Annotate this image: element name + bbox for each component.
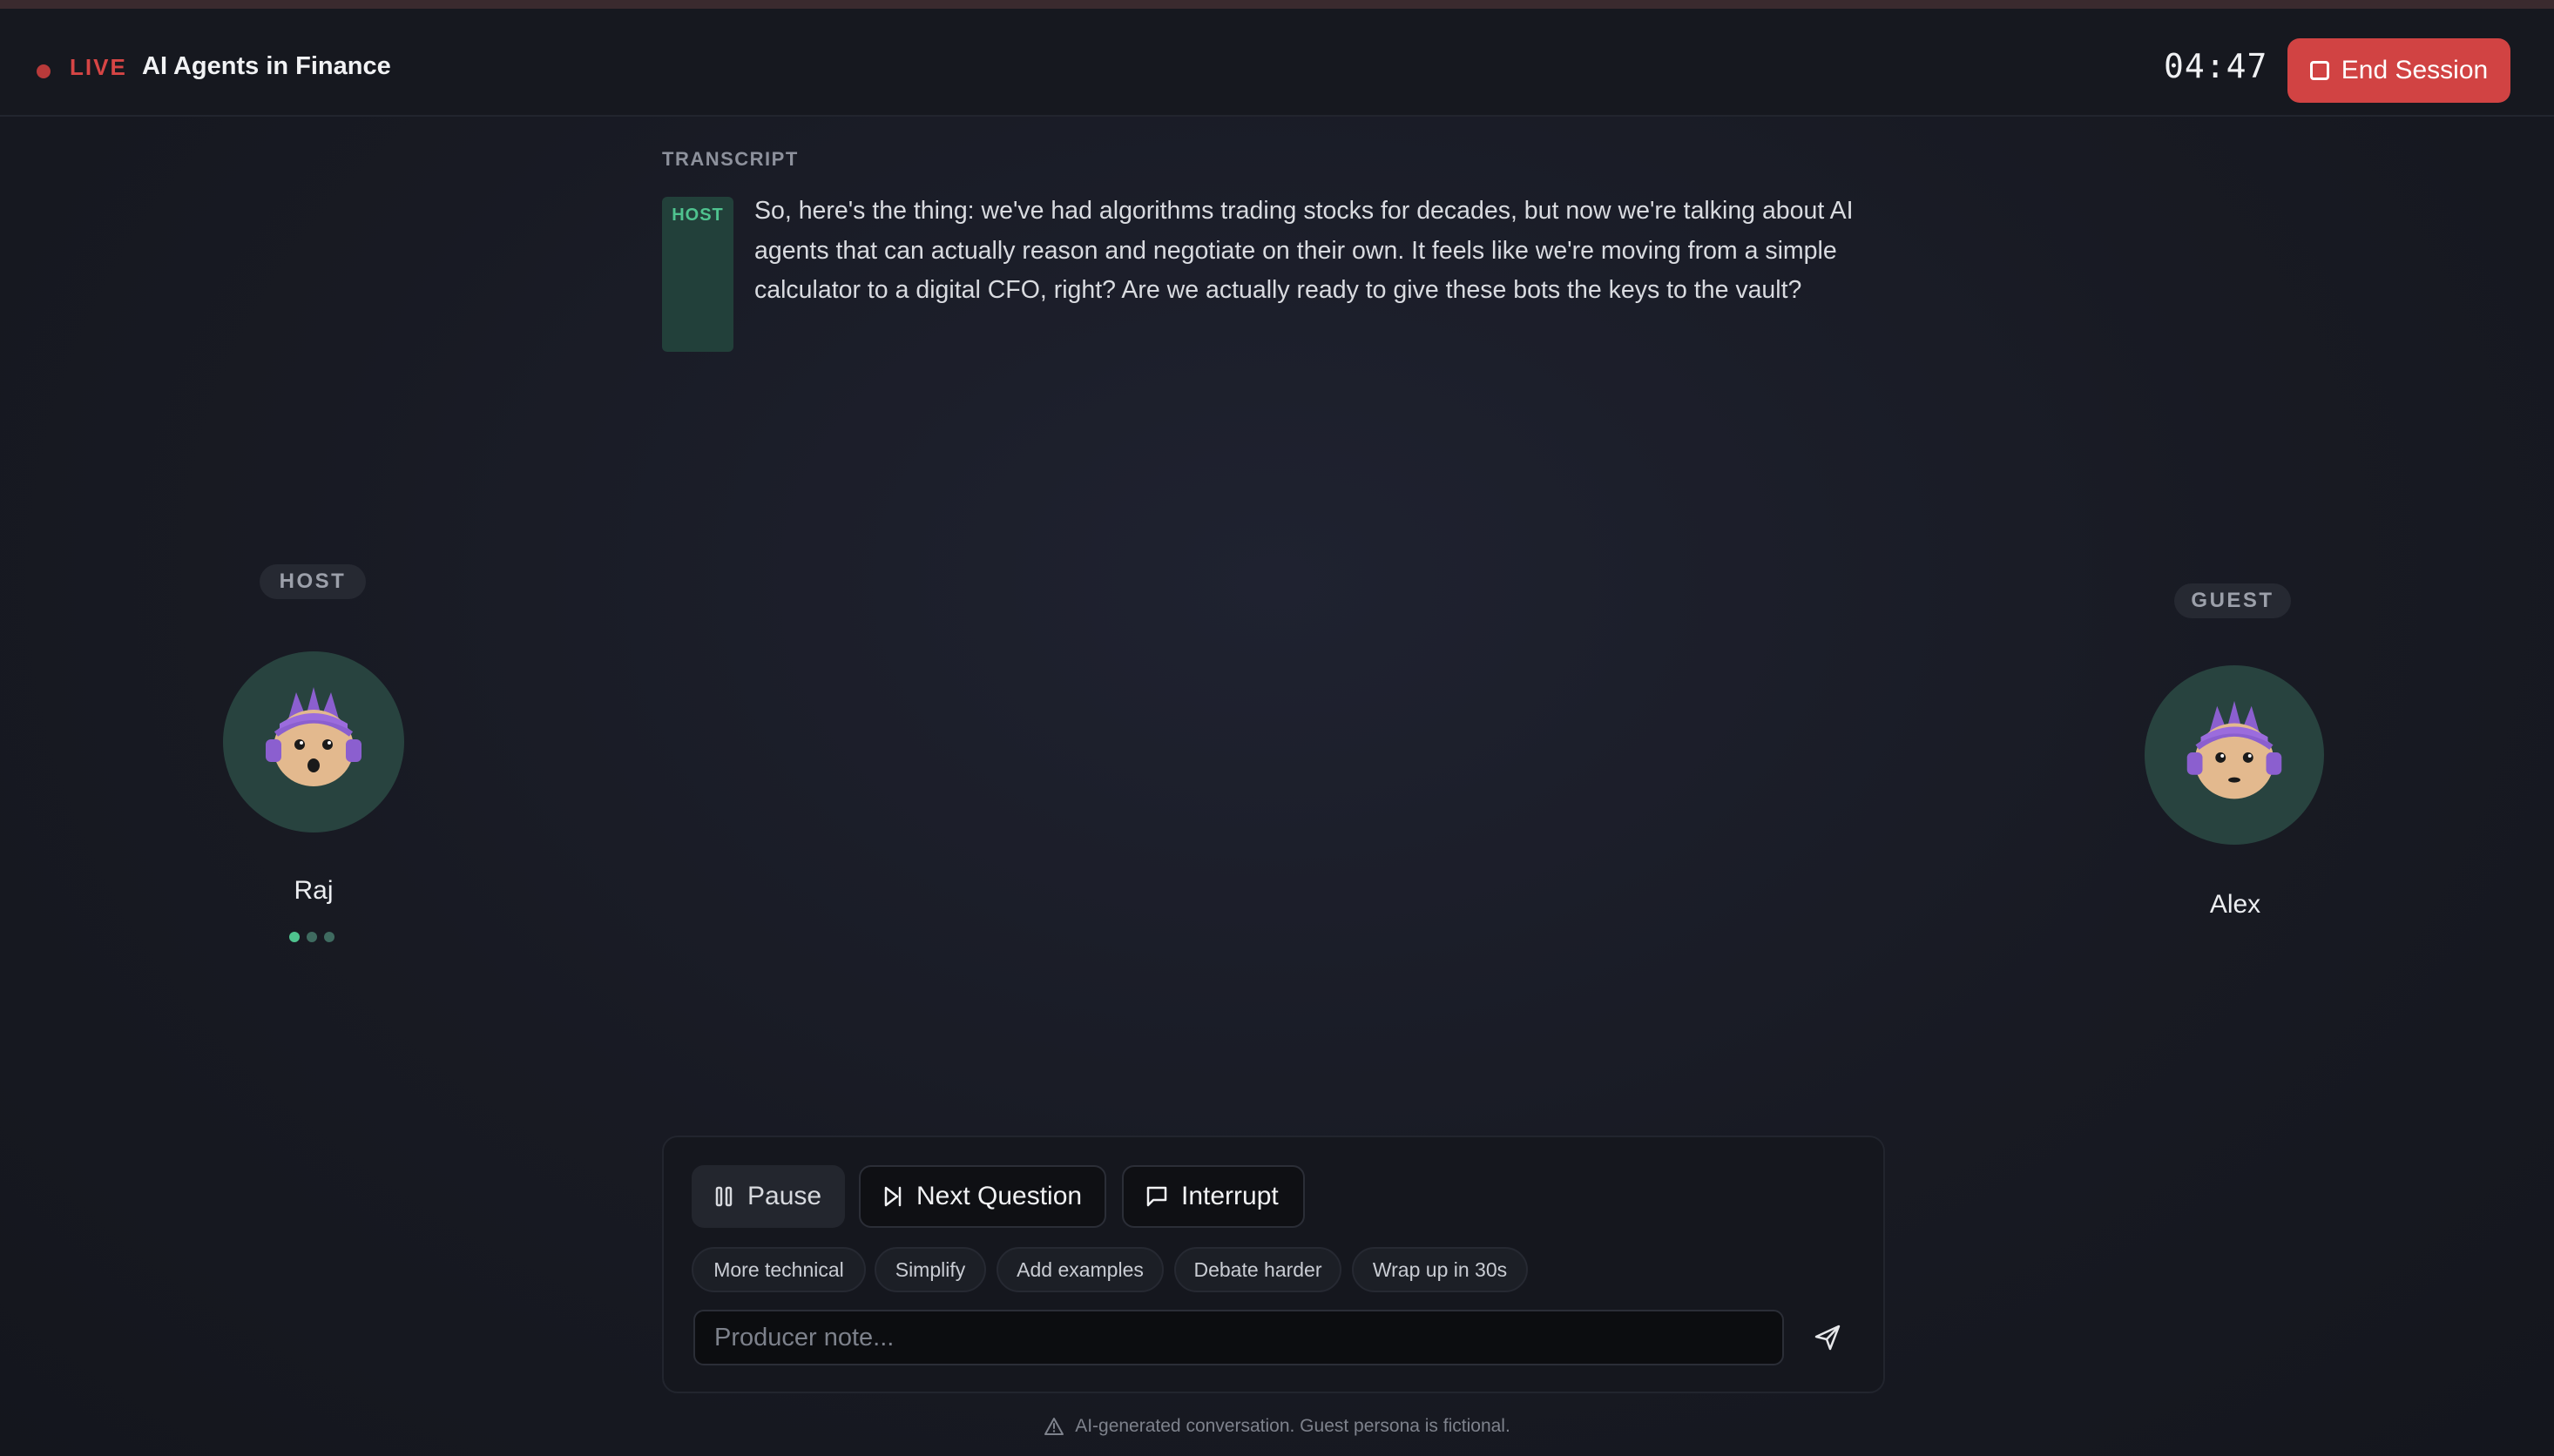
pause-button[interactable]: Pause bbox=[692, 1165, 845, 1228]
session-header: LIVE AI Agents in Finance 04:47 End Sess… bbox=[0, 9, 2554, 117]
send-note-button[interactable] bbox=[1808, 1318, 1847, 1357]
end-session-button[interactable]: End Session bbox=[2287, 38, 2510, 103]
next-question-label: Next Question bbox=[916, 1182, 1083, 1210]
transcript-entry-text: So, here's the thing: we've had algorith… bbox=[754, 197, 1854, 304]
host-role-badge: HOST bbox=[260, 564, 366, 599]
pause-label: Pause bbox=[747, 1182, 822, 1210]
warning-triangle-icon bbox=[1044, 1418, 1064, 1435]
host-name: Raj bbox=[294, 876, 334, 905]
guest-name: Alex bbox=[2209, 890, 2261, 919]
speaker-tag-label: HOST bbox=[672, 206, 724, 225]
transcript-speaker-tag: HOST bbox=[662, 197, 733, 352]
chip-simplify[interactable]: Simplify bbox=[875, 1247, 986, 1292]
producer-note-input[interactable] bbox=[693, 1310, 1784, 1365]
speaking-dot bbox=[324, 932, 334, 942]
chip-debate-harder[interactable]: Debate harder bbox=[1174, 1247, 1341, 1292]
pause-icon bbox=[715, 1186, 733, 1207]
speaking-dot bbox=[289, 932, 300, 942]
send-icon bbox=[1814, 1325, 1841, 1351]
guest-avatar-face-icon bbox=[2186, 700, 2282, 799]
end-session-label: End Session bbox=[2341, 56, 2489, 84]
speaking-dot bbox=[307, 932, 317, 942]
top-accent-bar bbox=[0, 0, 2554, 9]
guest-role-badge: GUEST bbox=[2174, 583, 2291, 618]
next-question-button[interactable]: Next Question bbox=[859, 1165, 1106, 1228]
stop-square-icon bbox=[2309, 61, 2329, 80]
disclaimer-text: AI-generated conversation. Guest persona… bbox=[1075, 1416, 1510, 1436]
chip-add-examples[interactable]: Add examples bbox=[997, 1247, 1164, 1292]
interrupt-label: Interrupt bbox=[1181, 1182, 1279, 1210]
host-avatar bbox=[223, 651, 404, 832]
live-indicator-dot bbox=[37, 64, 51, 78]
chip-wrap-up[interactable]: Wrap up in 30s bbox=[1352, 1247, 1528, 1292]
live-label: LIVE bbox=[70, 54, 127, 80]
session-title: AI Agents in Finance bbox=[142, 52, 391, 80]
skip-forward-icon bbox=[884, 1186, 902, 1207]
speaking-indicator bbox=[289, 932, 334, 942]
message-square-icon bbox=[1146, 1186, 1167, 1207]
session-timer: 04:47 bbox=[2164, 47, 2268, 85]
footer-disclaimer: AI-generated conversation. Guest persona… bbox=[0, 1416, 2554, 1437]
guest-avatar bbox=[2145, 665, 2324, 845]
host-avatar-face-icon bbox=[266, 687, 361, 786]
interrupt-button[interactable]: Interrupt bbox=[1122, 1165, 1305, 1228]
transcript-heading: TRANSCRIPT bbox=[662, 148, 799, 170]
chip-more-technical[interactable]: More technical bbox=[692, 1247, 866, 1292]
